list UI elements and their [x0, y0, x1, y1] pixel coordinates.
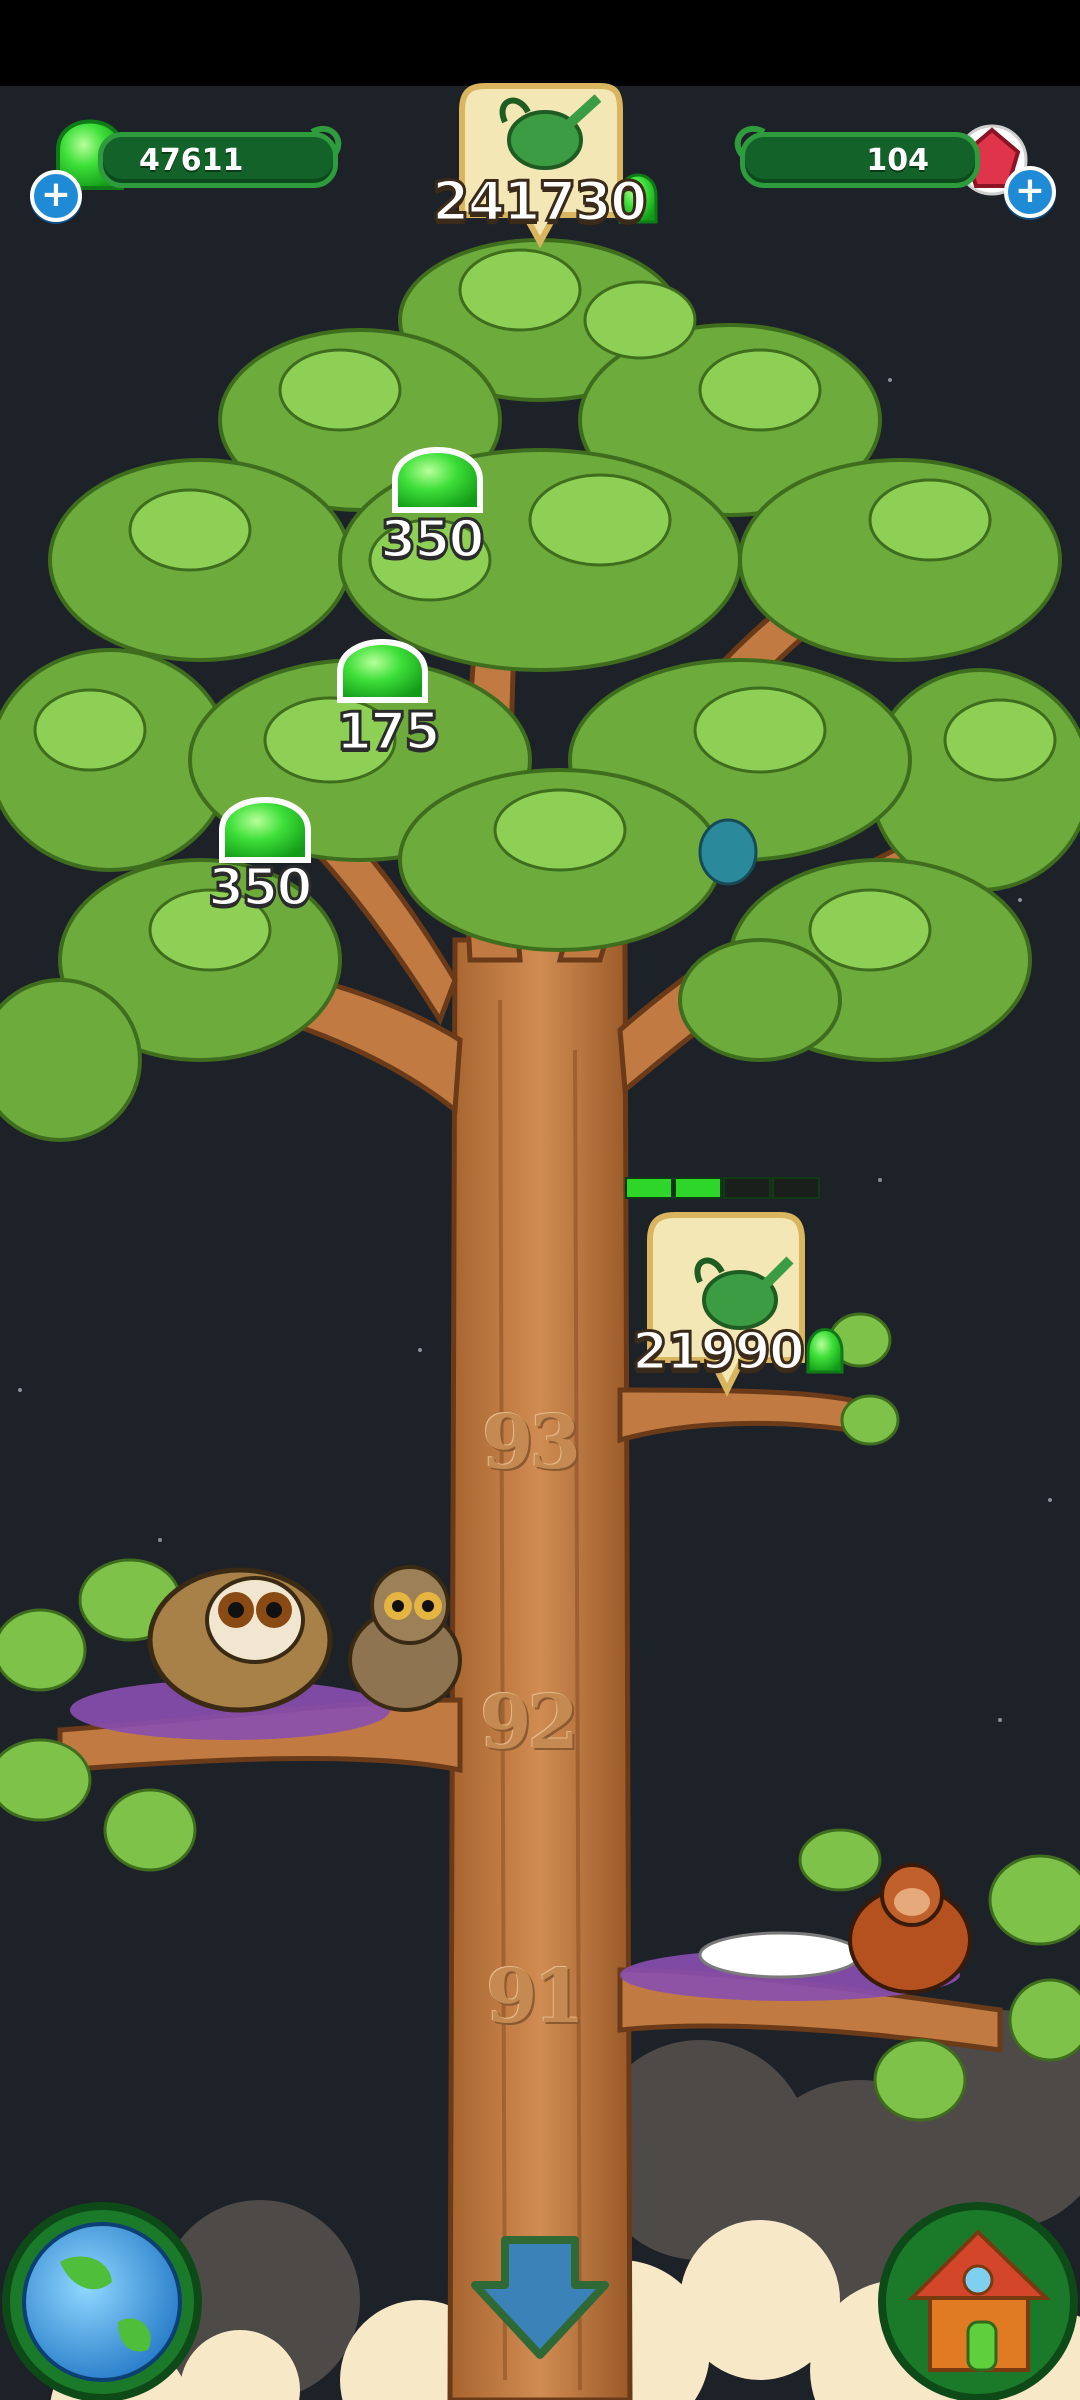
top-watering-count: 241730 [430, 169, 648, 235]
progress-segment [723, 1177, 771, 1199]
plus-icon: + [1014, 170, 1046, 211]
progress-segment [674, 1177, 722, 1199]
add-crystals-button[interactable]: + [1004, 166, 1056, 218]
home-button[interactable] [878, 2202, 1078, 2400]
floor-number-91: 91 [486, 1954, 585, 2040]
gem-bubble-2[interactable] [337, 639, 428, 703]
gem-bubble-2-value: 175 [335, 701, 443, 764]
white-weasel-animal[interactable] [698, 1931, 862, 1979]
gem-bubble-1-value: 350 [379, 509, 487, 572]
blue-fruit-icon[interactable] [698, 818, 758, 886]
floor-number-92: 92 [480, 1680, 579, 1766]
watering-progress-bar [625, 1177, 820, 1199]
progress-segment [625, 1177, 673, 1199]
tree-scene [0, 83, 1080, 2400]
plus-icon: + [40, 174, 72, 215]
gem-bubble-3-value: 350 [207, 857, 315, 920]
globe-button[interactable] [2, 2202, 202, 2400]
orangutan-animal[interactable] [848, 1863, 972, 1994]
tree-trunk [447, 937, 633, 2400]
floor-number-93: 93 [482, 1400, 581, 1486]
crystals-count: 104 [866, 143, 929, 178]
slow-loris-animal[interactable] [147, 1567, 333, 1713]
add-gems-button[interactable]: + [30, 170, 82, 222]
gem-bubble-3[interactable] [219, 797, 311, 863]
floor-watering-cost: 21990 [631, 1321, 807, 1384]
gems-counter-bar: 47611 [98, 132, 338, 188]
tarsier-animal[interactable] [348, 1565, 462, 1712]
water-gem-icon [806, 1328, 844, 1374]
progress-segment [772, 1177, 820, 1199]
crystals-counter-bar: 104 [740, 132, 980, 188]
gems-count: 47611 [139, 143, 244, 178]
gem-bubble-1[interactable] [392, 447, 483, 513]
